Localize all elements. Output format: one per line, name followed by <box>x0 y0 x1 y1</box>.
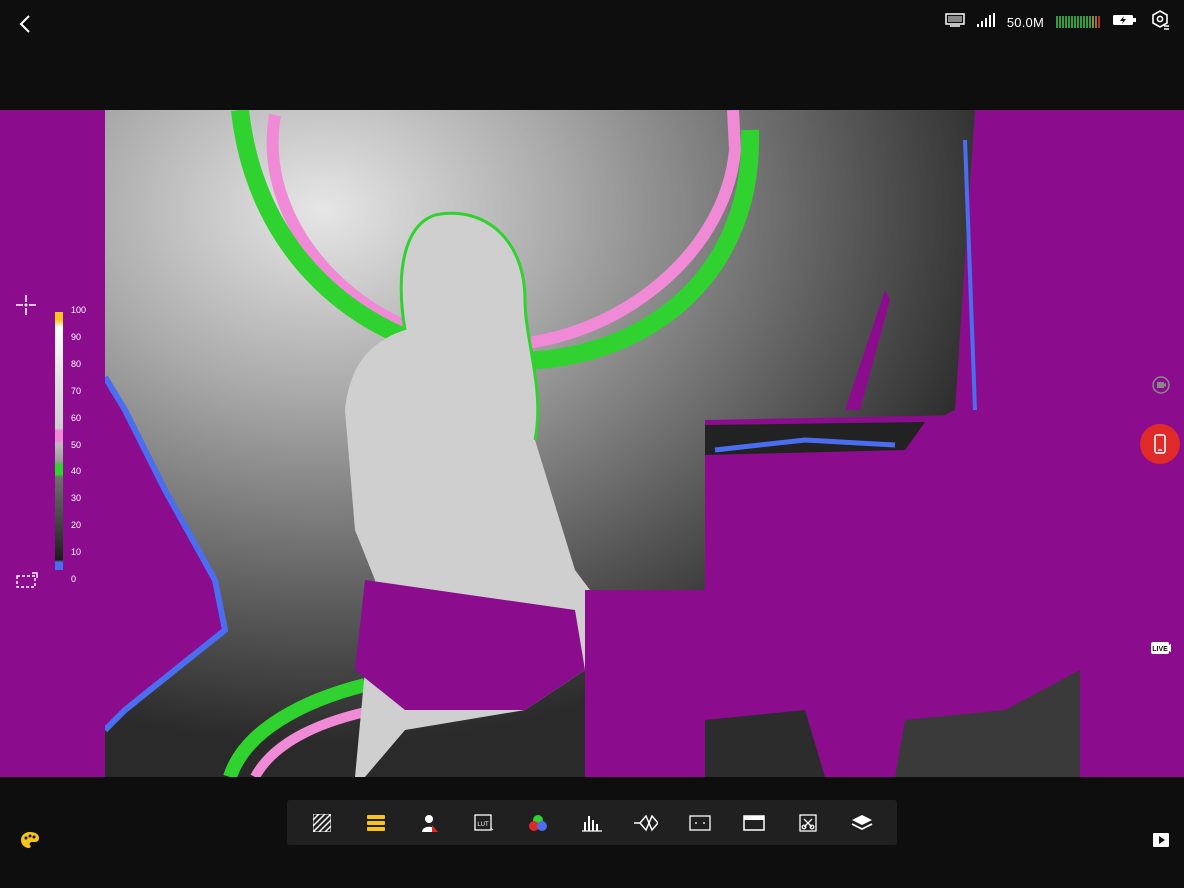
scale-tick: 70 <box>71 386 82 396</box>
monitor-toolbar: LUT <box>287 800 897 845</box>
battery-icon <box>1112 13 1138 32</box>
scale-tick: 60 <box>71 413 82 423</box>
svg-text:LIVE: LIVE <box>1152 646 1168 653</box>
waveform-icon[interactable] <box>628 805 664 841</box>
svg-text:LUT: LUT <box>477 822 489 828</box>
skin-tone-icon[interactable] <box>412 805 448 841</box>
frame-guide-icon[interactable] <box>682 805 718 841</box>
aspect-ratio-icon[interactable] <box>736 805 772 841</box>
settings-icon[interactable] <box>1150 9 1170 35</box>
storage-remaining: 50.0M <box>1006 14 1044 30</box>
back-icon[interactable] <box>12 10 38 38</box>
scale-tick: 90 <box>71 332 82 342</box>
signal-icon <box>976 12 995 32</box>
camera-preview[interactable] <box>0 110 1184 777</box>
scale-tick: 10 <box>71 547 82 557</box>
scale-tick: 40 <box>71 466 82 476</box>
status-bar: 50.0M <box>945 8 1170 36</box>
record-button[interactable] <box>1140 424 1180 464</box>
false-color-scale <box>55 312 63 570</box>
anamorphic-icon[interactable] <box>790 805 826 841</box>
palette-icon[interactable] <box>19 829 41 851</box>
top-bar: 50.0M <box>0 0 1184 110</box>
zebra-icon[interactable] <box>304 805 340 841</box>
layers-icon[interactable] <box>844 805 880 841</box>
monitor-icon <box>945 12 965 32</box>
focus-assist-icon[interactable] <box>15 294 37 316</box>
scale-tick: 0 <box>71 574 77 584</box>
camera-switch-icon[interactable] <box>1150 374 1172 396</box>
histogram-icon[interactable] <box>574 805 610 841</box>
live-icon[interactable]: LIVE <box>1150 640 1172 656</box>
audio-level-meter <box>1056 16 1100 28</box>
false-color-scene <box>105 110 1080 777</box>
exposure-tool-icon[interactable] <box>15 570 39 590</box>
scale-tick: 50 <box>71 440 82 450</box>
lut-icon[interactable]: LUT <box>466 805 502 841</box>
false-color-icon[interactable] <box>358 805 394 841</box>
scale-tick: 20 <box>71 520 82 530</box>
scale-tick: 100 <box>71 305 87 315</box>
scale-tick: 30 <box>71 493 82 503</box>
scale-tick: 80 <box>71 359 82 369</box>
phone-icon <box>1154 434 1166 454</box>
color-channels-icon[interactable] <box>520 805 556 841</box>
playback-icon[interactable] <box>1150 830 1172 850</box>
